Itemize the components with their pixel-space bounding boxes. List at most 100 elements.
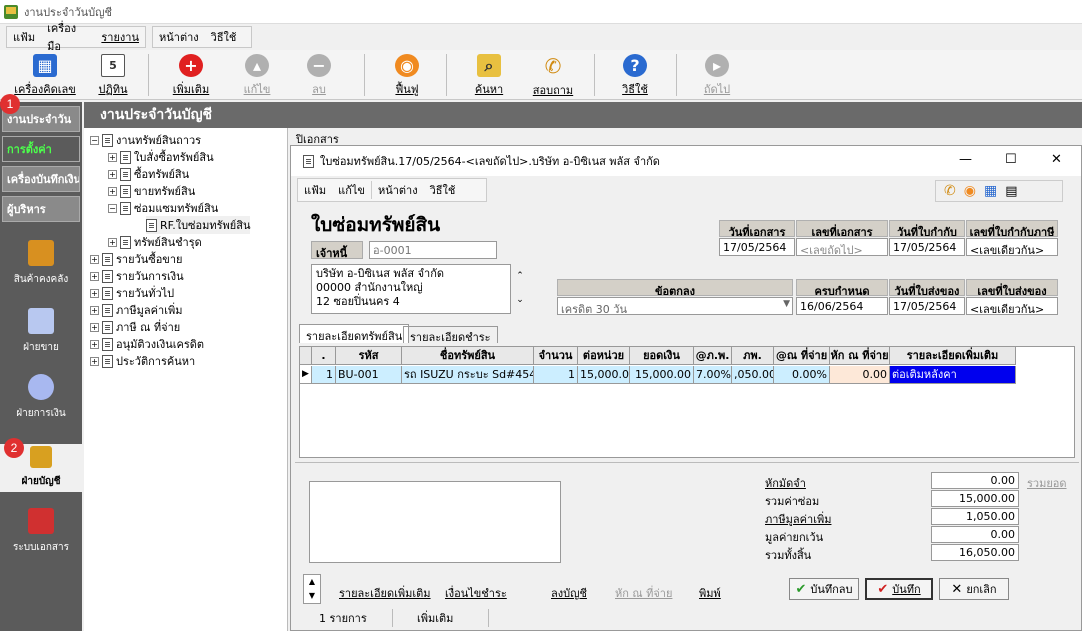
- doc-date-field[interactable]: 17/05/2564: [719, 238, 795, 256]
- menu-help[interactable]: วิธีใช้: [205, 28, 243, 46]
- grid-cell[interactable]: 15,000.00: [578, 366, 630, 384]
- close-icon[interactable]: ✕: [1051, 152, 1062, 167]
- restore-icon[interactable]: ◉: [964, 183, 976, 199]
- search-button[interactable]: ⌕ ค้นหา: [454, 54, 524, 98]
- grid-cell[interactable]: 1: [534, 366, 578, 384]
- cancel-button[interactable]: ✕ ยกเลิก: [939, 578, 1009, 600]
- tree-node[interactable]: + ภาษีมูลค่าเพิ่ม: [90, 301, 182, 319]
- grid-header: ต่อหน่วย: [578, 347, 630, 365]
- deposit-value[interactable]: 0.00: [931, 472, 1019, 489]
- inquire-button[interactable]: ✆ สอบถาม: [518, 54, 588, 98]
- calendar-icon[interactable]: ▤: [1005, 184, 1017, 199]
- grid-cell[interactable]: BU-001: [336, 366, 402, 384]
- exempt-value: 0.00: [931, 526, 1019, 543]
- tree-node[interactable]: + ใบสั่งซื้อทรัพย์สิน: [108, 148, 214, 166]
- nav-inventory[interactable]: สินค้าคงคลัง: [0, 240, 82, 300]
- help-button[interactable]: ? วิธีใช้: [600, 54, 670, 98]
- total-link[interactable]: รวมยอด: [1027, 474, 1067, 492]
- menu-file[interactable]: แฟ้ม: [298, 181, 332, 199]
- delivery-date-field[interactable]: 17/05/2564: [889, 297, 965, 315]
- details-link[interactable]: รายละเอียดเพิ่มเติม: [339, 584, 431, 602]
- address-box[interactable]: บริษัท อ-บิซิเนส พลัส จำกัด 00000 สำนักง…: [311, 264, 511, 314]
- grid-cell[interactable]: 0.00%: [774, 366, 830, 384]
- deposit-label[interactable]: หักมัดจำ: [765, 474, 806, 492]
- phone-icon[interactable]: ✆: [944, 183, 956, 199]
- document-icon: [102, 354, 113, 368]
- tree-node[interactable]: + รายวันการเงิน: [90, 267, 184, 285]
- repair-total-label: รวมค่าซ่อม: [765, 495, 820, 508]
- callout-badge: 2: [4, 438, 24, 458]
- menu-help[interactable]: วิธีใช้: [424, 181, 462, 199]
- tree-node[interactable]: + ขายทรัพย์สิน: [108, 182, 195, 200]
- grid-header: @ภ.พ.: [694, 347, 732, 365]
- document-icon: [102, 286, 113, 300]
- calculator-button[interactable]: ▦ เครื่องคิดเลข: [10, 54, 80, 98]
- next-button[interactable]: ▸ ถัดไป: [682, 54, 752, 98]
- tab-payment-details[interactable]: รายละเอียดชำระ: [403, 326, 498, 344]
- tree-node[interactable]: − ซ่อมแซมทรัพย์สิน: [108, 199, 218, 217]
- menu-window[interactable]: หน้าต่าง: [370, 181, 424, 199]
- address-scrollbar[interactable]: ⌃ ⌄: [513, 264, 527, 314]
- tree-node[interactable]: + รายวันซื้อขาย: [90, 250, 182, 268]
- due-field[interactable]: 16/06/2564: [796, 297, 888, 315]
- grid-cell[interactable]: ,050.00: [732, 366, 774, 384]
- grid-header: ภพ.: [732, 347, 774, 365]
- tree-node[interactable]: + ซื้อทรัพย์สิน: [108, 165, 189, 183]
- minimize-icon[interactable]: —: [959, 152, 972, 167]
- grid-cell[interactable]: 7.00%: [694, 366, 732, 384]
- save-and-new-button[interactable]: ✔ บันทึกลบ: [789, 578, 859, 600]
- grid-cell[interactable]: 1: [312, 366, 336, 384]
- conditions-link[interactable]: เงื่อนไขชำระ: [445, 584, 507, 602]
- print-link[interactable]: พิมพ์: [699, 584, 721, 602]
- delete-button[interactable]: − ลบ: [284, 54, 354, 98]
- tree-node-selected[interactable]: RF.ใบซ่อมทรัพย์สิน: [146, 216, 251, 234]
- grid-cell[interactable]: 0.00: [830, 366, 890, 384]
- tax-no-field[interactable]: <เลขเดียวกัน>: [966, 238, 1058, 256]
- terms-select[interactable]: เครดิต 30 วัน ▼: [557, 297, 793, 315]
- nav-finance[interactable]: ฝ่ายการเงิน: [0, 374, 82, 434]
- main-menu: แฟ้ม เครื่องมือ รายงาน: [6, 22, 146, 53]
- tax-date-field[interactable]: 17/05/2564: [889, 238, 965, 256]
- post-ledger-link[interactable]: ลงบัญชี: [551, 584, 587, 602]
- maximize-icon[interactable]: ☐: [1005, 152, 1017, 167]
- menu-reports[interactable]: รายงาน: [95, 28, 145, 46]
- grid-cell[interactable]: 15,000.00: [630, 366, 694, 384]
- delivery-date-header: วันที่ใบส่งของ: [889, 279, 965, 296]
- tree-node[interactable]: + ประวัติการค้นหา: [90, 352, 195, 370]
- window-title: ใบซ่อมทรัพย์สิน.17/05/2564-<เลขถัดไป>.บร…: [320, 155, 660, 168]
- tree-node[interactable]: + รายวันทั่วไป: [90, 284, 174, 302]
- row-scroller[interactable]: ▲ ▼: [303, 574, 321, 604]
- nav-cash-recorder[interactable]: เครื่องบันทึกเงิน: [2, 166, 80, 192]
- menu-window[interactable]: หน้าต่าง: [153, 28, 205, 46]
- remarks-box[interactable]: [309, 481, 561, 563]
- nav-settings[interactable]: การตั้งค่า: [2, 136, 80, 162]
- add-button[interactable]: + เพิ่มเติม: [156, 54, 226, 98]
- tab-asset-details[interactable]: รายละเอียดทรัพย์สิน: [299, 324, 410, 343]
- grid-cell[interactable]: รถ ISUZU กระบะ Sd#45462: [402, 366, 534, 384]
- exempt-label: มูลค่ายกเว้น: [765, 531, 824, 544]
- nav-sales[interactable]: ฝ่ายขาย: [0, 308, 82, 368]
- menu-edit[interactable]: แก้ไข: [332, 181, 371, 199]
- tree-node[interactable]: + ทรัพย์สินชำรุด: [108, 233, 202, 251]
- vat-label[interactable]: ภาษีมูลค่าเพิ่ม: [765, 510, 831, 528]
- restore-button[interactable]: ◉ ฟื้นฟู: [372, 54, 442, 98]
- grid-cell-selected[interactable]: ต่อเติมหลังคา: [890, 366, 1016, 384]
- chevron-down-icon[interactable]: ▼: [783, 299, 790, 309]
- grid-header: @ณ ที่จ่าย: [774, 347, 830, 365]
- doc-no-field[interactable]: <เลขถัดไป>: [796, 238, 888, 256]
- menu-file[interactable]: แฟ้ม: [7, 28, 41, 46]
- grid-header: รายละเอียดเพิ่มเติม: [890, 347, 1016, 365]
- tree-node[interactable]: + ภาษี ณ ที่จ่าย: [90, 318, 180, 336]
- save-button[interactable]: ✔ บันทึก: [865, 578, 933, 600]
- calculator-icon[interactable]: ▦: [984, 183, 997, 199]
- left-nav: งานประจำวัน การตั้งค่า เครื่องบันทึกเงิน…: [0, 102, 82, 631]
- tree-node[interactable]: + อนุมัติวงเงินเครดิต: [90, 335, 204, 353]
- edit-button[interactable]: ▴ แก้ไข: [222, 54, 292, 98]
- creditor-input[interactable]: [369, 241, 497, 259]
- nav-documents[interactable]: ระบบเอกสาร: [0, 508, 82, 568]
- nav-admin[interactable]: ผู้บริหาร: [2, 196, 80, 222]
- tree-node[interactable]: − งานทรัพย์สินถาวร: [90, 131, 201, 149]
- calendar-button[interactable]: 5 ปฏิทิน: [78, 54, 148, 98]
- delivery-no-field[interactable]: <เลขเดียวกัน>: [966, 297, 1058, 315]
- withholding-link[interactable]: หัก ณ ที่จ่าย: [615, 584, 672, 602]
